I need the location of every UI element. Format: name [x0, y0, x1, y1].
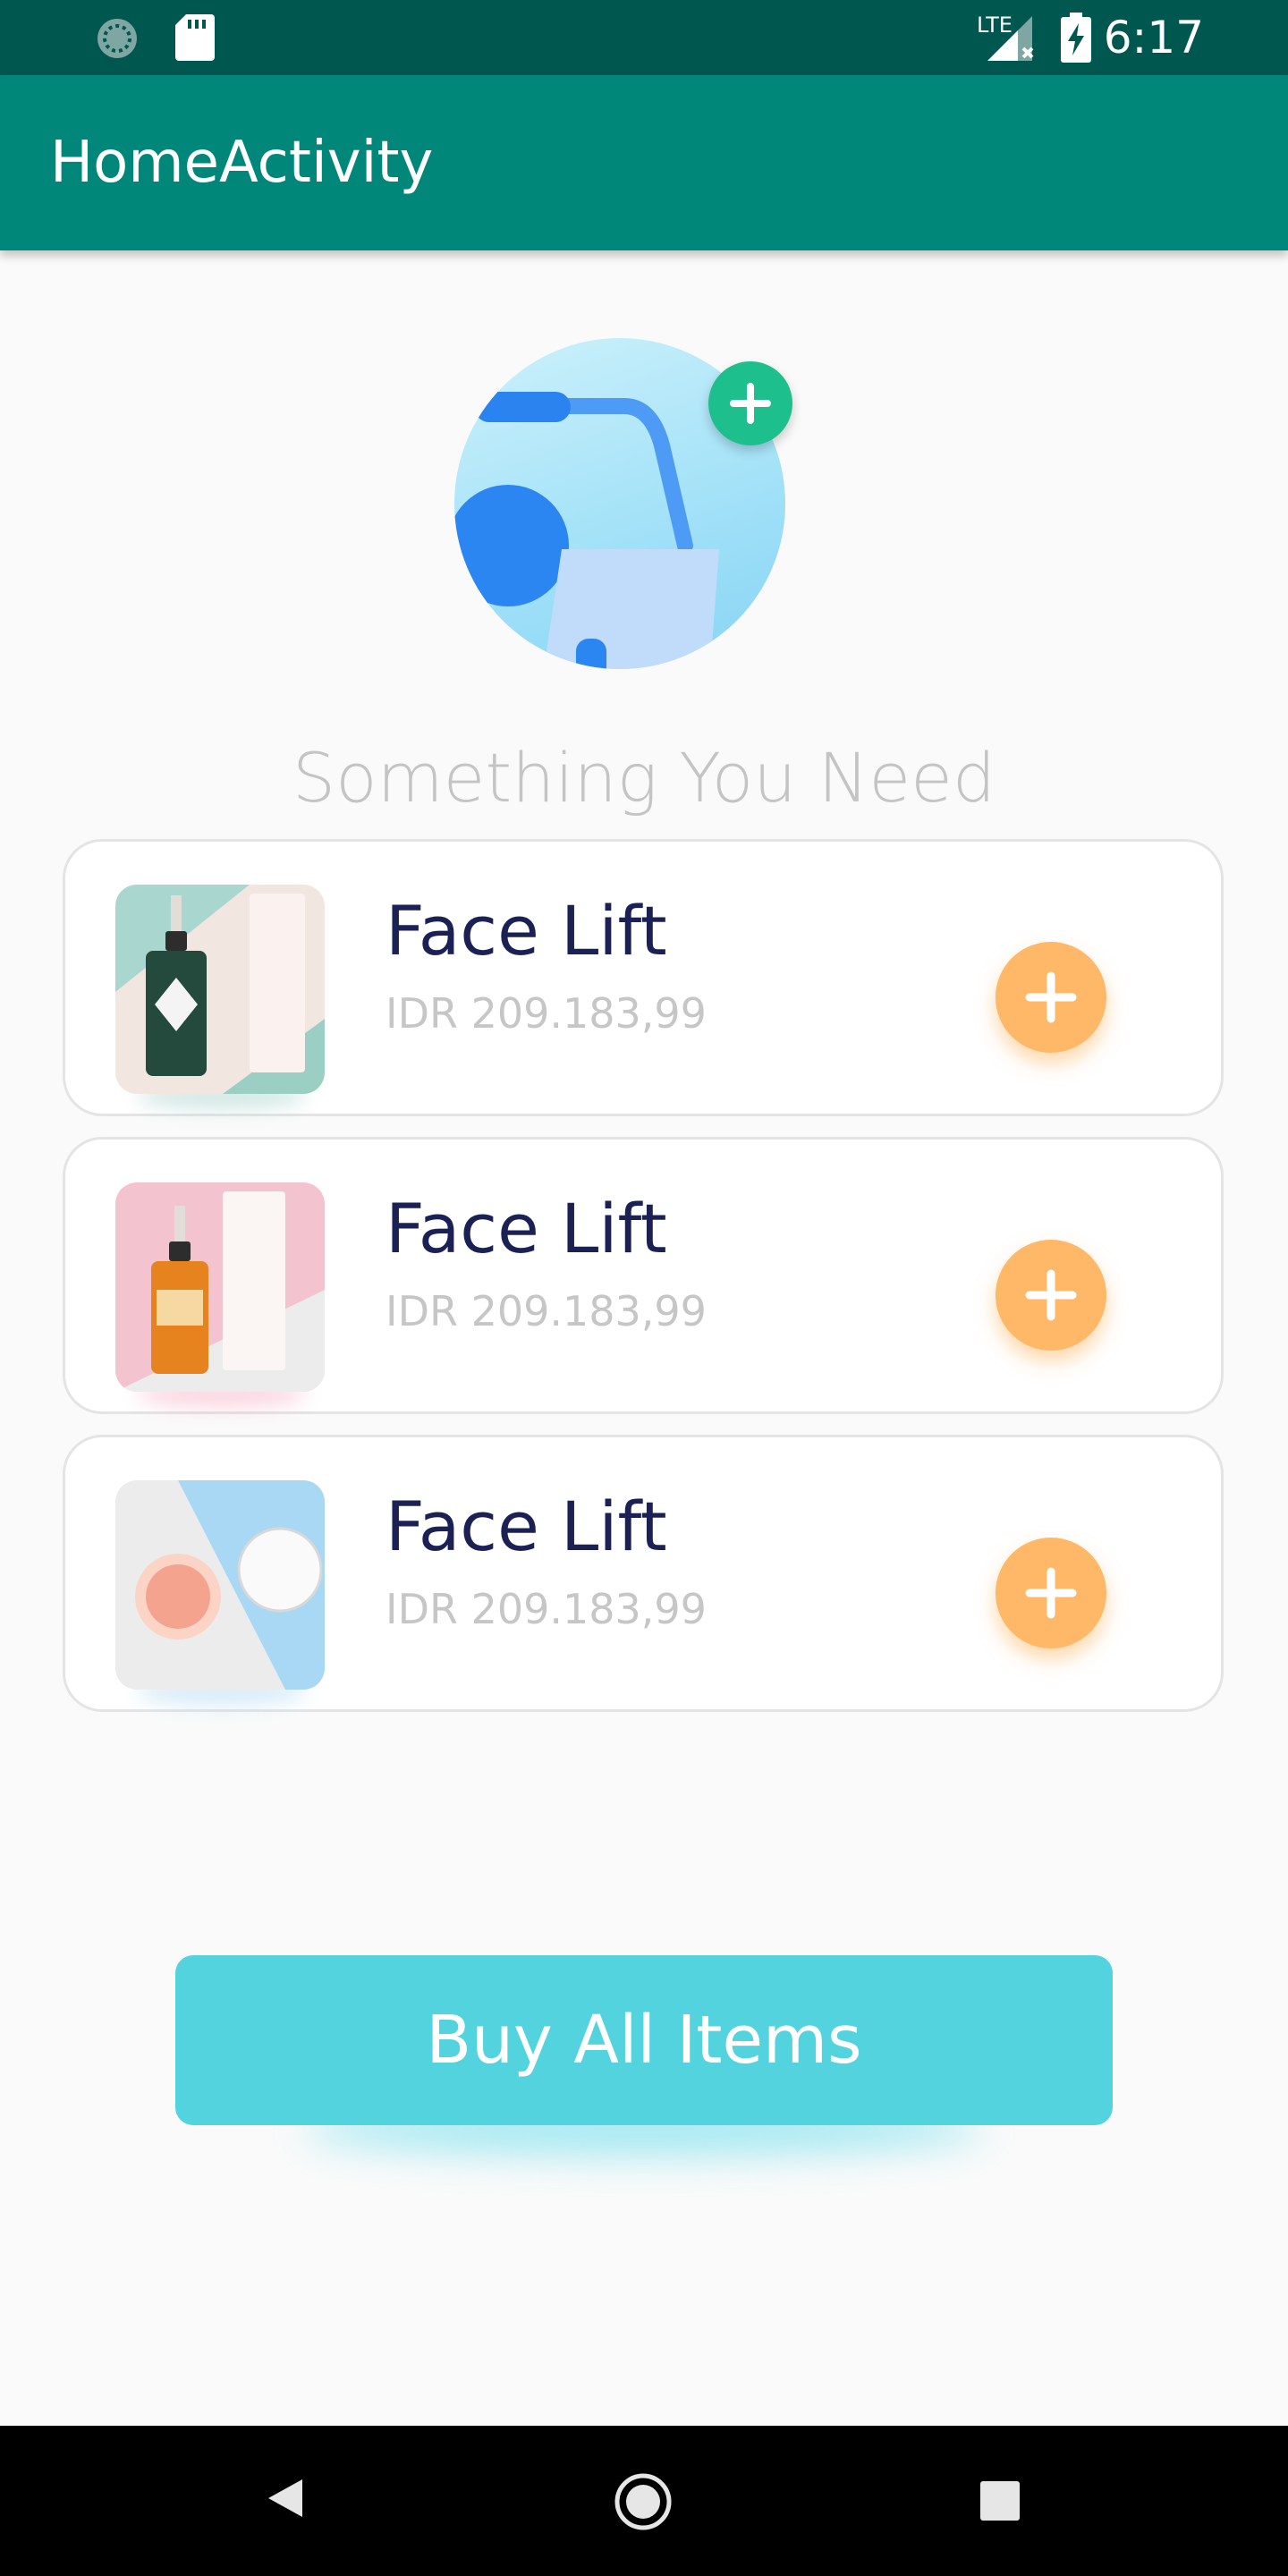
sd-card-icon: [175, 14, 215, 61]
add-photo-button[interactable]: [708, 361, 792, 445]
app-title: HomeActivity: [50, 130, 434, 196]
product-image: [115, 1480, 325, 1690]
plus-icon: [730, 383, 771, 424]
navigation-bar: [0, 2426, 1288, 2576]
product-card: Face Lift IDR 209.183,99: [63, 1137, 1224, 1414]
lip-scrub-jar-image: [115, 1480, 325, 1690]
product-name: Face Lift: [386, 1487, 667, 1566]
serum-bottle-image: [115, 1182, 325, 1392]
product-name: Face Lift: [386, 1189, 667, 1268]
plus-icon: [1025, 1567, 1077, 1619]
lte-signal-icon: [987, 16, 1034, 61]
product-card: Face Lift IDR 209.183,99: [63, 1435, 1224, 1712]
add-to-cart-button[interactable]: [996, 942, 1106, 1053]
battery-charging-icon: [1061, 13, 1091, 63]
product-name: Face Lift: [386, 891, 667, 970]
back-icon[interactable]: [265, 2476, 306, 2521]
home-icon[interactable]: [614, 2472, 673, 2531]
product-price: IDR 209.183,99: [386, 989, 707, 1038]
product-card: Face Lift IDR 209.183,99: [63, 839, 1224, 1116]
plus-icon: [1025, 1269, 1077, 1321]
buy-all-items-button[interactable]: Buy All Items: [175, 1955, 1113, 2125]
product-image: [115, 885, 325, 1094]
product-price: IDR 209.183,99: [386, 1287, 707, 1335]
add-to-cart-button[interactable]: [996, 1240, 1106, 1351]
recents-icon[interactable]: [980, 2481, 1020, 2521]
product-price: IDR 209.183,99: [386, 1585, 707, 1633]
product-image: [115, 1182, 325, 1392]
plus-icon: [1025, 971, 1077, 1023]
status-time: 6:17: [1103, 12, 1204, 64]
app-bar: HomeActivity: [0, 75, 1288, 250]
add-to-cart-button[interactable]: [996, 1538, 1106, 1648]
section-title: Something You Need: [292, 738, 996, 818]
sync-icon: [97, 19, 137, 58]
status-bar: LTE 6:17: [0, 0, 1288, 75]
serum-bottle-image: [115, 885, 325, 1094]
